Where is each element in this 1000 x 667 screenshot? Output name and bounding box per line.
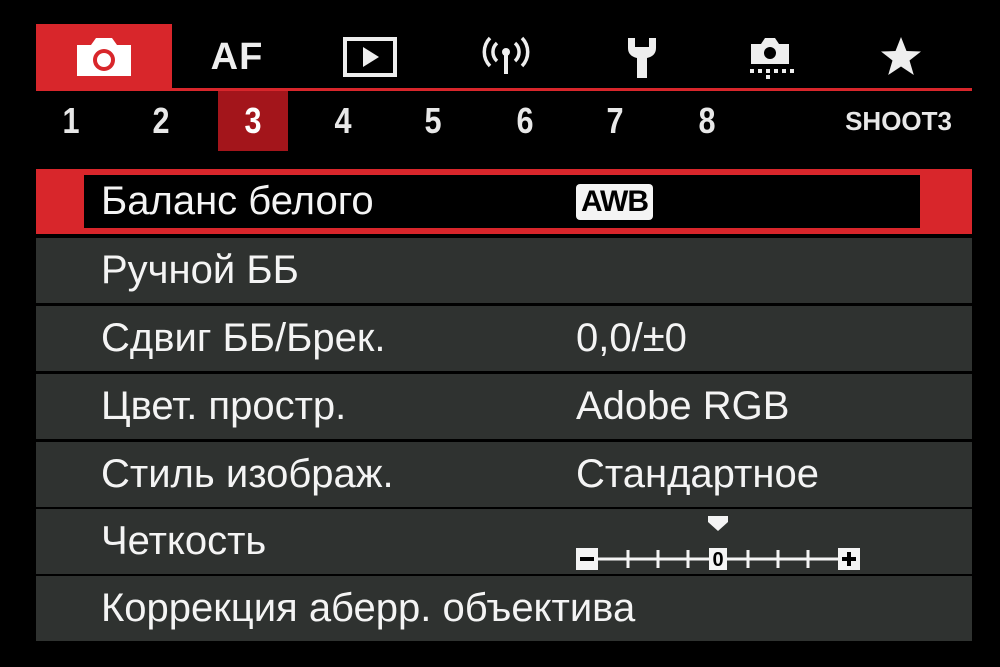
picture-style-value: Стандартное xyxy=(576,452,819,496)
slider-marker-icon xyxy=(708,516,728,531)
picture-style-label: Стиль изображ. xyxy=(101,452,394,496)
tab-shooting[interactable] xyxy=(36,24,172,90)
tab-custom-functions[interactable] xyxy=(710,24,830,90)
star-icon xyxy=(881,37,921,75)
tab-af-label: AF xyxy=(210,35,264,78)
slider-minus-icon xyxy=(580,557,594,561)
menu-item-wb-shift[interactable]: Сдвиг ББ/Брек. 0,0/±0 xyxy=(36,306,972,371)
camera-menu-screen: AF 1 2 3 4 5 6 7 8 SHOOT3 Баланс белого … xyxy=(36,24,972,642)
wb-shift-label: Сдвиг ББ/Брек. xyxy=(101,316,386,360)
menu-item-color-space[interactable]: Цвет. простр. Adobe RGB xyxy=(36,374,972,439)
menu-item-clarity[interactable]: Четкость 0 xyxy=(36,509,972,574)
clarity-slider: 0 xyxy=(576,516,860,571)
page-selector: 1 2 3 4 5 6 7 8 SHOOT3 xyxy=(36,91,972,151)
color-space-value: Adobe RGB xyxy=(576,384,790,428)
color-space-label: Цвет. простр. xyxy=(101,384,347,428)
wireless-icon xyxy=(482,36,530,74)
slider-tick xyxy=(656,550,660,568)
wrench-icon xyxy=(628,38,656,78)
menu-item-white-balance[interactable]: Баланс белого AWB xyxy=(36,169,972,234)
white-balance-label: Баланс белого xyxy=(101,179,374,223)
tab-playback[interactable] xyxy=(302,24,438,90)
page-8[interactable]: 8 xyxy=(677,91,737,151)
slider-value-label: 0 xyxy=(712,549,723,571)
page-7[interactable]: 7 xyxy=(585,91,645,151)
menu-item-custom-wb[interactable]: Ручной ББ xyxy=(36,238,972,303)
page-5[interactable]: 5 xyxy=(403,91,463,151)
slider-tick xyxy=(626,550,630,568)
clarity-label: Четкость xyxy=(101,519,267,563)
slider-tick xyxy=(806,550,810,568)
tab-af[interactable]: AF xyxy=(172,24,302,90)
page-3[interactable]: 3 xyxy=(218,91,288,151)
slider-tick xyxy=(686,550,690,568)
playback-icon xyxy=(343,37,397,77)
custom-wb-label: Ручной ББ xyxy=(101,248,299,292)
page-4[interactable]: 4 xyxy=(313,91,373,151)
page-6[interactable]: 6 xyxy=(495,91,555,151)
page-label: SHOOT3 xyxy=(845,105,952,136)
slider-tick xyxy=(746,550,750,568)
page-1[interactable]: 1 xyxy=(41,91,101,151)
wb-shift-value: 0,0/±0 xyxy=(576,316,687,360)
tab-wireless[interactable] xyxy=(438,24,574,90)
tab-setup[interactable] xyxy=(574,24,710,90)
tab-my-menu[interactable] xyxy=(830,24,972,90)
menu-item-lens-correction[interactable]: Коррекция аберр. объектива xyxy=(36,576,972,641)
custom-functions-icon xyxy=(750,38,794,79)
page-2[interactable]: 2 xyxy=(131,91,191,151)
menu-tab-bar: AF xyxy=(36,24,972,91)
camera-icon xyxy=(77,38,131,76)
menu-item-picture-style[interactable]: Стиль изображ. Стандартное xyxy=(36,442,972,507)
awb-badge: AWB xyxy=(576,184,653,220)
slider-tick xyxy=(776,550,780,568)
slider-plus-icon-v xyxy=(847,552,851,566)
page-3-label: 3 xyxy=(244,100,262,141)
lens-correction-label: Коррекция аберр. объектива xyxy=(101,586,636,630)
